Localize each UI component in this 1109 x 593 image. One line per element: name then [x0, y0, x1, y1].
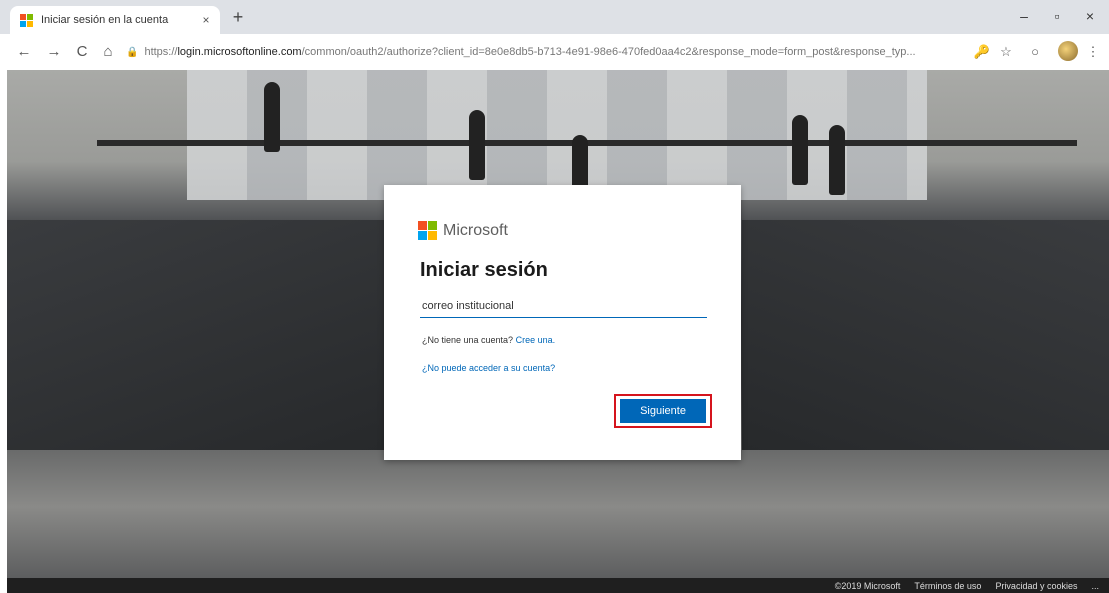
- menu-icon[interactable]: ⋮: [1083, 42, 1103, 62]
- address-bar[interactable]: 🔒 https://login.microsoftonline.com/comm…: [122, 39, 967, 65]
- back-button[interactable]: ←: [14, 42, 34, 62]
- brand: Microsoft: [418, 221, 508, 240]
- cant-access-link[interactable]: ¿No puede acceder a su cuenta?: [422, 363, 555, 373]
- no-account-text: ¿No tiene una cuenta?: [422, 335, 514, 345]
- key-icon[interactable]: 🔑: [972, 42, 992, 62]
- footer: ©2019 Microsoft Términos de uso Privacid…: [7, 578, 1109, 593]
- email-input[interactable]: [420, 295, 707, 318]
- tab-close-icon[interactable]: ×: [198, 13, 214, 27]
- next-button-highlight: Siguiente: [614, 394, 712, 428]
- bookmark-star-icon[interactable]: ☆: [996, 42, 1016, 62]
- new-tab-button[interactable]: +: [228, 7, 248, 28]
- browser-tab[interactable]: Iniciar sesión en la cuenta ×: [10, 6, 220, 34]
- minimize-button[interactable]: –: [1012, 8, 1036, 24]
- microsoft-logo-icon: [418, 221, 437, 240]
- copyright-text: ©2019 Microsoft: [834, 580, 901, 591]
- background-person: [264, 82, 280, 152]
- url-host: login.microsoftonline.com: [177, 46, 302, 58]
- no-account-row: ¿No tiene una cuenta? Cree una.: [422, 335, 555, 345]
- browser-toolbar: ← → C ⌂ 🔒 https://login.microsoftonline.…: [0, 34, 1109, 71]
- login-card: Microsoft Iniciar sesión ¿No tiene una c…: [384, 185, 741, 460]
- background-person: [829, 125, 845, 195]
- page-title: Iniciar sesión: [420, 259, 548, 281]
- forward-button[interactable]: →: [44, 42, 64, 62]
- profile-avatar[interactable]: [1058, 41, 1078, 61]
- background-person: [469, 110, 485, 180]
- microsoft-logo-icon: [20, 13, 33, 27]
- create-account-link[interactable]: Cree una.: [516, 335, 556, 345]
- url-rest: /common/oauth2/authorize?client_id=8e0e8…: [301, 46, 916, 58]
- background-stairs-left: [7, 220, 387, 450]
- privacy-link[interactable]: Privacidad y cookies: [995, 581, 1077, 591]
- home-button[interactable]: ⌂: [98, 42, 118, 62]
- extension-icon[interactable]: ○: [1025, 42, 1045, 62]
- left-edge: [0, 70, 7, 593]
- tab-strip: Iniciar sesión en la cuenta × + – ▫ ×: [0, 0, 1109, 34]
- background-person: [792, 115, 808, 185]
- brand-name: Microsoft: [443, 221, 508, 239]
- next-button[interactable]: Siguiente: [620, 399, 706, 423]
- more-options-icon[interactable]: ...: [1091, 581, 1099, 591]
- maximize-button[interactable]: ▫: [1045, 8, 1069, 24]
- lock-icon: 🔒: [126, 46, 139, 58]
- reload-button[interactable]: C: [72, 42, 92, 62]
- close-window-button[interactable]: ×: [1078, 8, 1102, 24]
- background-floor: [187, 70, 927, 200]
- url-prefix: https://: [144, 46, 178, 58]
- background-stairs-right: [742, 220, 1109, 450]
- terms-link[interactable]: Términos de uso: [914, 581, 981, 591]
- tab-title: Iniciar sesión en la cuenta: [41, 14, 169, 26]
